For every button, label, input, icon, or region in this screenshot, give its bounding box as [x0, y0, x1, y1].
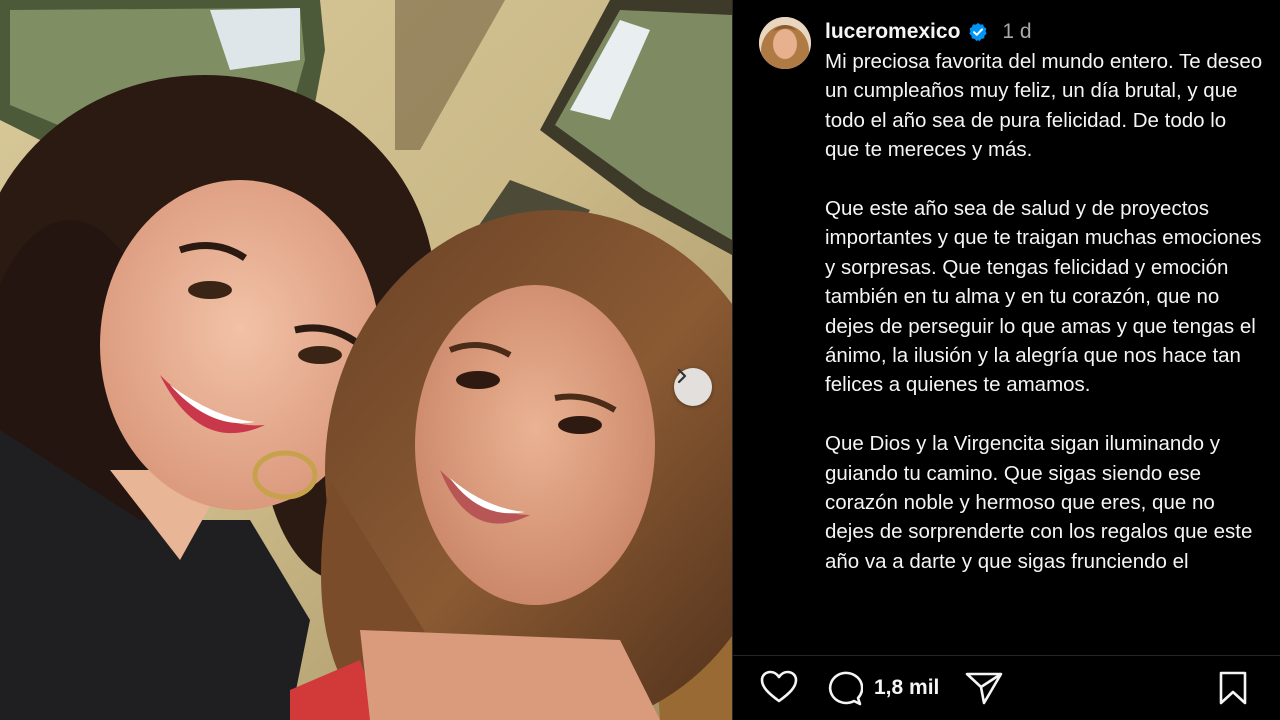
avatar-image	[759, 17, 811, 69]
chevron-right-icon	[677, 368, 687, 384]
post-side-panel: luceromexico 1 d Mi preciosa favorita de…	[732, 0, 1280, 720]
post-photo[interactable]	[0, 0, 732, 720]
post-time: 1 d	[1002, 20, 1032, 43]
caption-header: luceromexico 1 d	[825, 19, 1032, 45]
caption-text: Mi preciosa favorita del mundo entero. T…	[825, 47, 1265, 576]
action-bar: 1,8 mil	[733, 655, 1280, 720]
verified-badge-icon	[969, 23, 988, 41]
comment-count[interactable]: 1,8 mil	[874, 676, 939, 700]
bookmark-icon	[1219, 671, 1247, 705]
paper-plane-icon	[965, 672, 1003, 705]
caption-paragraph: Que este año sea de salud y de proyectos…	[825, 197, 1262, 397]
next-photo-button[interactable]	[674, 368, 712, 406]
caption-paragraph: Que Dios y la Virgencita sigan iluminand…	[825, 432, 1253, 573]
save-button[interactable]	[1218, 670, 1248, 711]
share-button[interactable]	[964, 670, 1004, 711]
heart-icon	[760, 670, 798, 703]
caption-paragraph: Mi preciosa favorita del mundo entero. T…	[825, 50, 1263, 162]
selfie-image	[0, 0, 732, 720]
comment-button[interactable]	[825, 670, 864, 711]
like-button[interactable]	[760, 670, 798, 709]
caption-area: luceromexico 1 d Mi preciosa favorita de…	[733, 0, 1280, 655]
comment-icon	[828, 671, 864, 706]
avatar[interactable]	[759, 17, 811, 69]
username-link[interactable]: luceromexico	[825, 19, 960, 45]
